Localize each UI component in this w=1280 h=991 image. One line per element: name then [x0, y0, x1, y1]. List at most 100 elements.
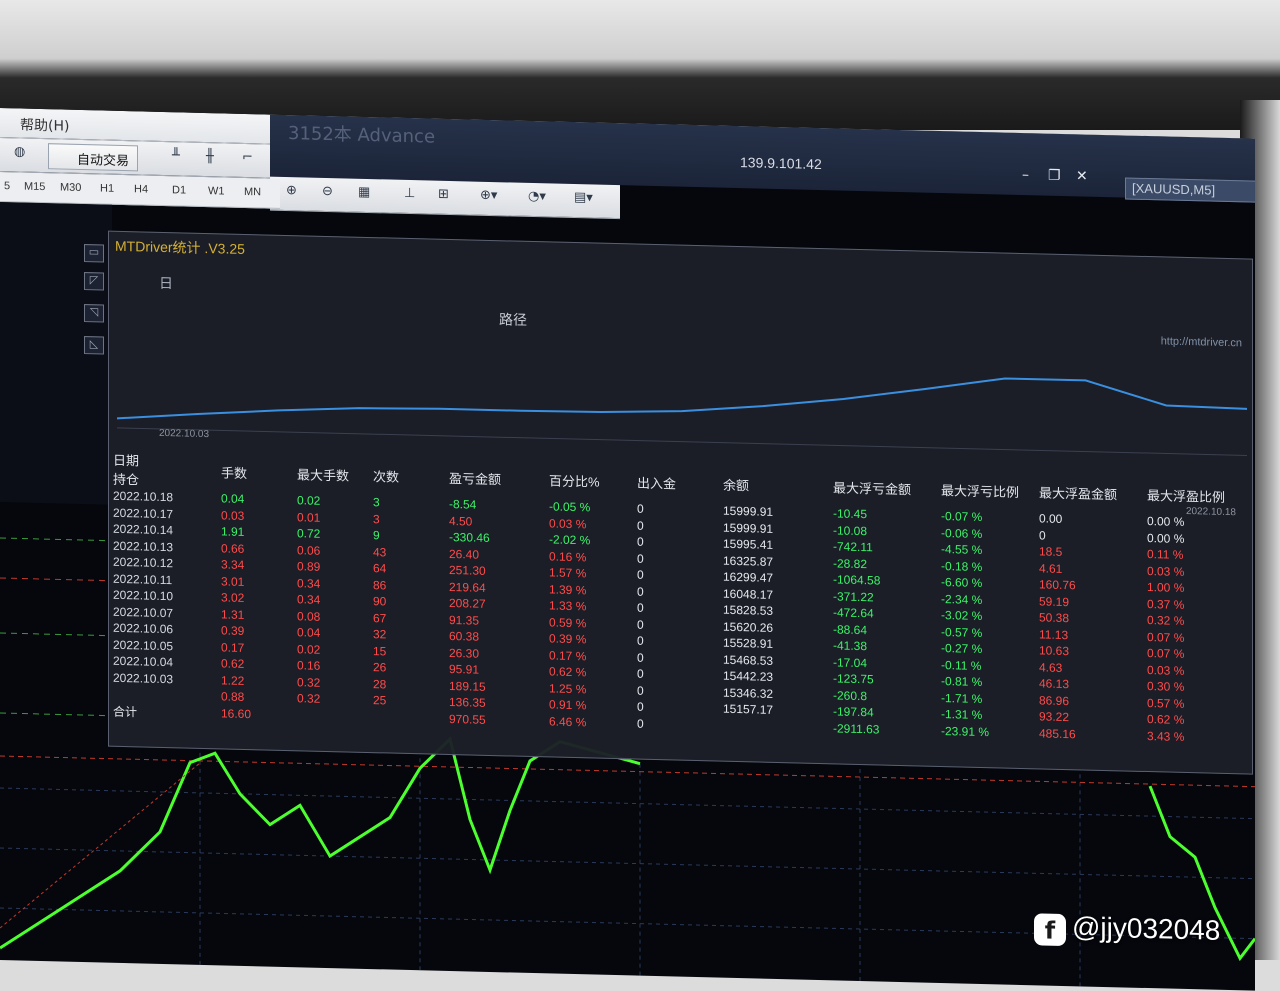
total-pl: 970.55: [449, 711, 486, 727]
cell-count: 3: [373, 495, 380, 510]
tf-m5[interactable]: 5: [4, 180, 10, 192]
cell-lots: 0.62: [221, 656, 245, 672]
left-strip: ▭ ◸ ◹ ◺: [0, 202, 112, 505]
cell-max-lots: 0.34: [297, 576, 321, 591]
total-max-float-loss: -2911.63: [833, 721, 880, 737]
restore-icon[interactable]: ❐: [1048, 168, 1061, 184]
tf-w1[interactable]: W1: [208, 185, 225, 197]
cell-lots: 3.01: [221, 574, 245, 589]
templates-icon[interactable]: ▤▾: [574, 190, 593, 212]
line-chart-icon[interactable]: ⌐: [242, 150, 253, 172]
cell-deposit: 0: [637, 699, 644, 714]
panel-title: MTDriver统计 .V3.25: [115, 237, 245, 257]
header-pl: 盈亏金额: [449, 470, 502, 487]
cell-max-lots: 0.02: [297, 642, 321, 657]
chart-url[interactable]: http://mtdriver.cn: [1161, 335, 1242, 349]
zoom-out-icon[interactable]: ⊖: [322, 184, 333, 206]
bar-chart-icon[interactable]: ╨: [172, 148, 180, 170]
header-max-float-profit: 最大浮盈金额: [1039, 484, 1118, 502]
cell-deposit: 0: [637, 584, 644, 599]
cell-count: 28: [373, 676, 387, 692]
cell-deposit: 0: [637, 633, 644, 648]
cell-count: 86: [373, 577, 387, 593]
menu-help[interactable]: 帮助(H): [20, 114, 69, 135]
cell-deposit: 0: [637, 518, 644, 533]
symbol-tab[interactable]: [XAUUSD,M5]: [1125, 177, 1255, 203]
total-balance: [719, 717, 829, 737]
cell-lots: 1.31: [221, 607, 245, 622]
header-max-lots: 最大手数: [297, 466, 350, 484]
tf-m30[interactable]: M30: [60, 181, 81, 194]
side-button-4[interactable]: ◺: [84, 336, 104, 355]
facebook-icon: f: [1034, 913, 1066, 947]
cell-max-lots: 0.04: [297, 625, 321, 641]
cell-deposit: 0: [637, 551, 644, 566]
chart-shift-icon[interactable]: ⊞: [438, 187, 449, 209]
cell-lots: 0.66: [221, 541, 245, 556]
cell-count: 90: [373, 594, 387, 609]
table-body: 2022.10.18 0.04 0.02 3 -8.54 -0.05 % 0 15999.91…: [109, 488, 1233, 747]
cell-count: 64: [373, 561, 387, 576]
watermark-text: @jjy032048: [1072, 911, 1221, 946]
header-max-float-loss: 最大浮亏金额: [833, 479, 912, 497]
cell-count: 26: [373, 660, 387, 675]
header-deposit: 出入金: [637, 475, 677, 492]
header-max-float-profit-pct: 最大浮盈比例: [1147, 487, 1226, 505]
cell-max-lots: 0.72: [297, 526, 321, 542]
auto-trade-button[interactable]: 自动交易: [48, 143, 139, 172]
cell-max-lots: 0.06: [297, 543, 321, 558]
cell-max-lots: 0.34: [297, 592, 321, 608]
cell-lots: 0.04: [221, 491, 245, 507]
zoom-in-icon[interactable]: ⊕: [286, 183, 297, 205]
cell-lots: 3.34: [221, 557, 245, 573]
header-count: 次数: [373, 468, 400, 485]
tab-day[interactable]: 日: [159, 273, 173, 293]
total-max-lots: [293, 707, 369, 726]
cell-lots: 1.91: [221, 524, 245, 540]
stats-panel: MTDriver统计 .V3.25 日 路径 http://mtdriver.c…: [108, 230, 1253, 775]
cell-lots: 0.88: [221, 689, 245, 705]
tf-h4[interactable]: H4: [134, 183, 148, 195]
total-lots: 16.60: [221, 706, 252, 722]
cell-deposit: 0: [637, 683, 644, 698]
cell-lots: 0.17: [221, 640, 245, 655]
tf-d1[interactable]: D1: [172, 184, 186, 196]
total-count: [369, 709, 445, 728]
header-balance: 余额: [723, 477, 750, 493]
cell-deposit: 0: [637, 617, 644, 632]
screen: 帮助(H) ◍ 自动交易 ╨ ╫ ⌐ 3152本 Advance 139.9.1…: [0, 108, 1255, 991]
total-pct: 6.46 %: [549, 714, 587, 730]
cell-lots: 1.22: [221, 673, 245, 688]
header-pct: 百分比%: [549, 472, 600, 490]
indicators-icon[interactable]: ⊕▾: [480, 188, 497, 210]
side-button-2[interactable]: ◸: [84, 272, 104, 291]
app-title: 3152本 Advance: [288, 123, 436, 148]
candle-chart-icon[interactable]: ╫: [206, 149, 214, 171]
tf-mn[interactable]: MN: [244, 186, 261, 198]
close-icon[interactable]: ✕: [1076, 168, 1088, 184]
cell-max-lots: 0.08: [297, 609, 321, 624]
autoscroll-icon[interactable]: ⊥: [404, 186, 415, 208]
cell-max-lots: 0.02: [297, 493, 321, 509]
refresh-icon[interactable]: ◍: [14, 144, 25, 166]
tf-h1[interactable]: H1: [100, 182, 114, 194]
minimize-icon[interactable]: –: [1022, 167, 1029, 183]
periods-icon[interactable]: ◔▾: [528, 189, 546, 211]
cell-max-lots: 0.16: [297, 658, 321, 674]
total-max-float-profit-pct: 3.43 %: [1147, 729, 1185, 744]
auto-trade-label: 自动交易: [77, 152, 130, 170]
cell-count: 32: [373, 627, 387, 642]
cell-deposit: 0: [637, 600, 644, 615]
cell-deposit: 0: [637, 501, 644, 516]
side-button-1[interactable]: ▭: [84, 244, 104, 263]
tile-windows-icon[interactable]: ▦: [358, 185, 370, 207]
tf-m15[interactable]: M15: [24, 181, 45, 194]
cell-lots: 0.03: [221, 508, 245, 523]
equity-path-line: [117, 377, 1247, 420]
header-date: 日期 持仓: [113, 452, 140, 488]
cell-deposit: 0: [637, 534, 644, 549]
cell-count: 67: [373, 610, 387, 626]
side-button-3[interactable]: ◹: [84, 304, 104, 323]
total-deposit: 0: [637, 716, 644, 731]
cell-deposit: 0: [637, 567, 644, 582]
